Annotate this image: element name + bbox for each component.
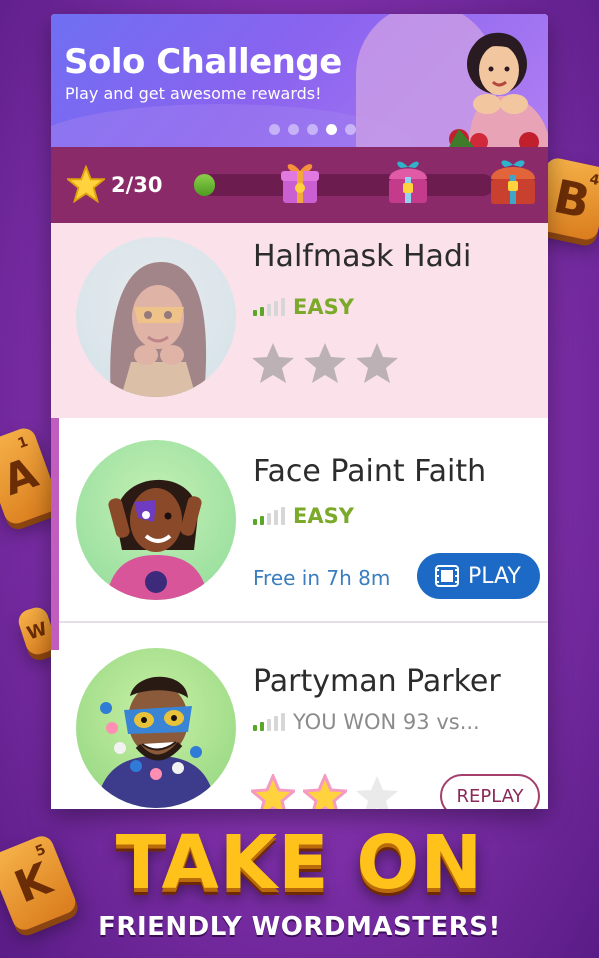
halfmask-hadi-portrait: [110, 262, 207, 397]
letter-tile-b-letter: B: [549, 168, 595, 230]
match-result-text: YOU WON 93 vs...: [293, 710, 480, 734]
carousel-dot-5[interactable]: [345, 124, 356, 135]
avatar: [76, 648, 236, 808]
star-filled-icon: [303, 774, 347, 809]
avatar: [76, 237, 236, 397]
banner-character-illustration: [449, 32, 548, 147]
avatar: [76, 440, 236, 600]
difficulty-indicator: EASY: [253, 504, 354, 528]
carousel-dot-3[interactable]: [307, 124, 318, 135]
carousel-dot-4[interactable]: [326, 124, 337, 135]
star-filled-icon: [251, 774, 295, 809]
carousel-dots[interactable]: [269, 124, 356, 135]
solo-challenge-banner[interactable]: Solo Challenge Play and get awesome rewa…: [51, 14, 548, 147]
progress-count: 2/30: [111, 173, 163, 197]
result-indicator: YOU WON 93 vs...: [253, 710, 480, 734]
treasure-chest-icon[interactable]: [385, 157, 431, 207]
play-button[interactable]: PLAY: [417, 553, 540, 599]
opponent-name: Face Paint Faith: [253, 454, 487, 489]
star-empty-icon: [252, 343, 294, 383]
progress-track: [194, 174, 494, 196]
difficulty-label: EASY: [293, 504, 354, 528]
promo-title: TAKE ON: [115, 820, 484, 906]
opponent-name: Halfmask Hadi: [253, 239, 472, 274]
opponent-name: Partyman Parker: [253, 664, 501, 699]
progress-star-icon: [67, 165, 105, 203]
replay-button[interactable]: REPLAY: [440, 774, 540, 809]
banner-title: Solo Challenge: [64, 42, 342, 82]
opponent-row-face-paint-faith[interactable]: Face Paint Faith EASY Free in 7h 8m PLAY: [51, 418, 548, 623]
difficulty-signal-icon: [253, 713, 285, 731]
face-paint-faith-portrait: [106, 479, 208, 600]
star-empty-icon: [304, 343, 346, 383]
difficulty-label: EASY: [293, 295, 354, 319]
stars-rating: [251, 774, 399, 809]
progress-bar-section: 2/30: [51, 147, 548, 223]
star-empty-icon: [356, 343, 398, 383]
progress-track-fill: [194, 174, 215, 196]
star-empty-icon: [356, 776, 398, 809]
stars-rating: [251, 341, 399, 385]
banner-subtitle: Play and get awesome rewards!: [65, 84, 322, 103]
active-row-indicator: [51, 418, 59, 650]
solo-challenge-card: Solo Challenge Play and get awesome rewa…: [51, 14, 548, 809]
carousel-dot-2[interactable]: [288, 124, 299, 135]
letter-tile-w-letter: W: [24, 617, 50, 645]
promo-subtitle: FRIENDLY WORDMASTERS!: [98, 912, 501, 942]
partyman-parker-portrait: [96, 676, 216, 808]
difficulty-indicator: EASY: [253, 295, 354, 319]
free-timer-text: Free in 7h 8m: [253, 566, 391, 590]
treasure-chest-large-icon[interactable]: [487, 157, 539, 207]
letter-tile-a-letter: A: [0, 447, 44, 505]
play-button-label: PLAY: [468, 563, 521, 589]
difficulty-signal-icon: [253, 507, 285, 525]
difficulty-signal-icon: [253, 298, 285, 316]
carousel-dot-1[interactable]: [269, 124, 280, 135]
gift-box-icon[interactable]: [277, 157, 323, 207]
letter-tile-b-points: 4: [588, 171, 599, 190]
film-icon: [435, 565, 459, 587]
opponent-row-partyman-parker[interactable]: Partyman Parker YOU WON 93 vs... REPLAY: [51, 626, 548, 809]
opponent-row-halfmask-hadi[interactable]: Halfmask Hadi EASY: [51, 223, 548, 428]
